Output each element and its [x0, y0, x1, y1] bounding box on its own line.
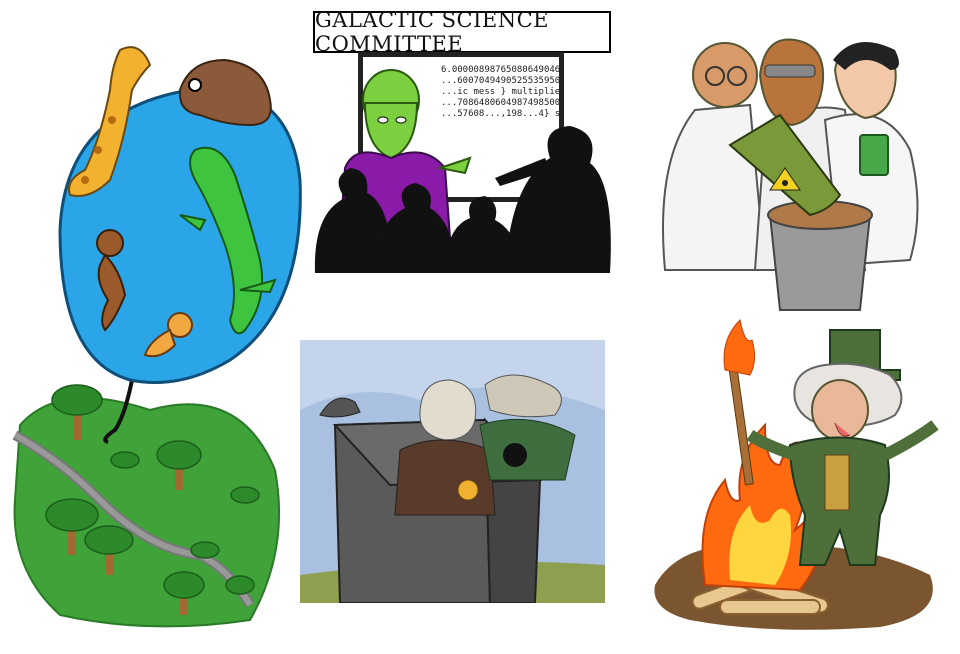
scientists-cartoon: [655, 10, 945, 315]
bonfire-illustration: [654, 318, 939, 630]
scientist-bald: [692, 42, 758, 108]
tower-cartoon: [300, 340, 605, 603]
balloon: [58, 87, 302, 384]
committee-illustration: [314, 69, 611, 273]
balloon-cartoon: [0, 30, 310, 630]
committee-cartoon: GALACTIC SCIENCE COMMITTEE 6.00000898765…: [305, 8, 615, 273]
bonfire-cartoon: [640, 315, 950, 635]
scientist-bearded: [758, 38, 825, 127]
trash-can: [767, 200, 873, 311]
torch-flame: [723, 318, 756, 376]
audience-silhouettes: [314, 126, 611, 273]
tower-illustration: [300, 340, 605, 603]
scientists-illustration: [662, 38, 919, 311]
balloon-illustration: [12, 46, 302, 628]
